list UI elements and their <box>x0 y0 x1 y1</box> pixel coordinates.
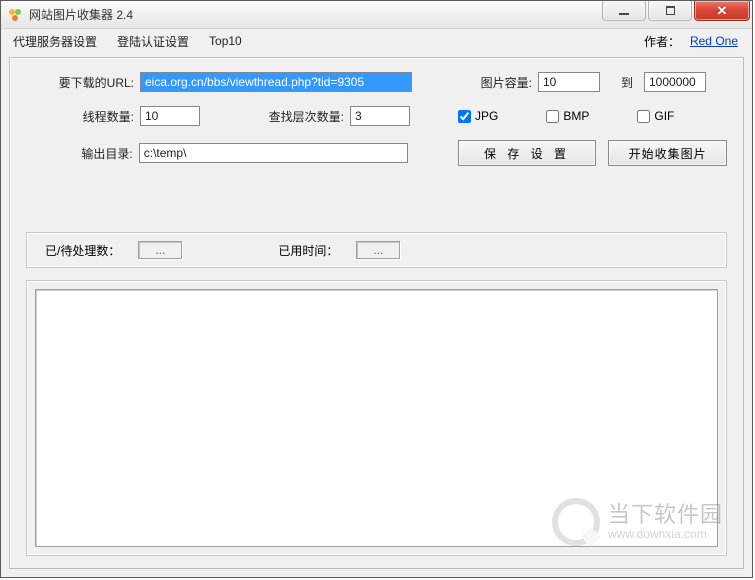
bmp-checkbox-input[interactable] <box>546 110 559 123</box>
depth-label: 查找层次数量: <box>214 108 344 125</box>
menu-proxy-settings[interactable]: 代理服务器设置 <box>13 33 97 50</box>
gif-checkbox[interactable]: GIF <box>637 109 674 123</box>
img-capacity-from-input[interactable] <box>538 72 600 92</box>
elapsed-label: 已用时间： <box>278 242 338 259</box>
window-frame: 网站图片收集器 2.4 ✕ 代理服务器设置 登陆认证设置 Top10 作者： R… <box>0 0 753 578</box>
maximize-button[interactable] <box>648 1 692 21</box>
img-capacity-to-input[interactable] <box>644 72 706 92</box>
outdir-input[interactable] <box>139 143 408 163</box>
pending-value: ... <box>138 241 182 259</box>
jpg-checkbox-input[interactable] <box>458 110 471 123</box>
window-title: 网站图片收集器 2.4 <box>29 6 133 23</box>
threads-label: 线程数量: <box>26 108 134 125</box>
menubar: 代理服务器设置 登陆认证设置 Top10 作者： Red One <box>1 29 752 53</box>
threads-input[interactable] <box>140 106 200 126</box>
gif-checkbox-input[interactable] <box>637 110 650 123</box>
outdir-label: 输出目录: <box>26 145 133 162</box>
app-icon <box>7 7 23 23</box>
jpg-checkbox-label: JPG <box>475 109 498 123</box>
pending-label: 已/待处理数： <box>45 242 120 259</box>
elapsed-value: ... <box>356 241 400 259</box>
close-button[interactable]: ✕ <box>694 1 750 21</box>
bmp-checkbox[interactable]: BMP <box>546 109 589 123</box>
url-label: 要下载的URL: <box>26 74 134 91</box>
img-capacity-label: 图片容量: <box>422 74 532 91</box>
minimize-icon <box>619 13 629 15</box>
save-settings-button[interactable]: 保 存 设 置 <box>458 140 597 166</box>
window-controls: ✕ <box>602 1 752 21</box>
menu-top10[interactable]: Top10 <box>209 34 242 48</box>
author-link[interactable]: Red One <box>690 34 738 48</box>
menu-auth-settings[interactable]: 登陆认证设置 <box>117 33 189 50</box>
gif-checkbox-label: GIF <box>654 109 674 123</box>
minimize-button[interactable] <box>602 1 646 21</box>
depth-input[interactable] <box>350 106 410 126</box>
client-panel: 要下载的URL: 图片容量: 到 线程数量: 查找层次数量: JPG BMP <box>9 57 744 569</box>
jpg-checkbox[interactable]: JPG <box>458 109 498 123</box>
author-label: 作者： <box>644 33 680 50</box>
maximize-icon <box>666 6 675 15</box>
to-label: 到 <box>612 74 642 91</box>
results-group <box>26 280 727 556</box>
url-input[interactable] <box>140 72 412 92</box>
bmp-checkbox-label: BMP <box>563 109 589 123</box>
titlebar: 网站图片收集器 2.4 ✕ <box>1 1 752 29</box>
start-collect-button[interactable]: 开始收集图片 <box>608 140 727 166</box>
results-listbox[interactable] <box>35 289 718 547</box>
status-group: 已/待处理数： ... 已用时间： ... <box>26 232 727 268</box>
close-icon: ✕ <box>717 3 728 19</box>
